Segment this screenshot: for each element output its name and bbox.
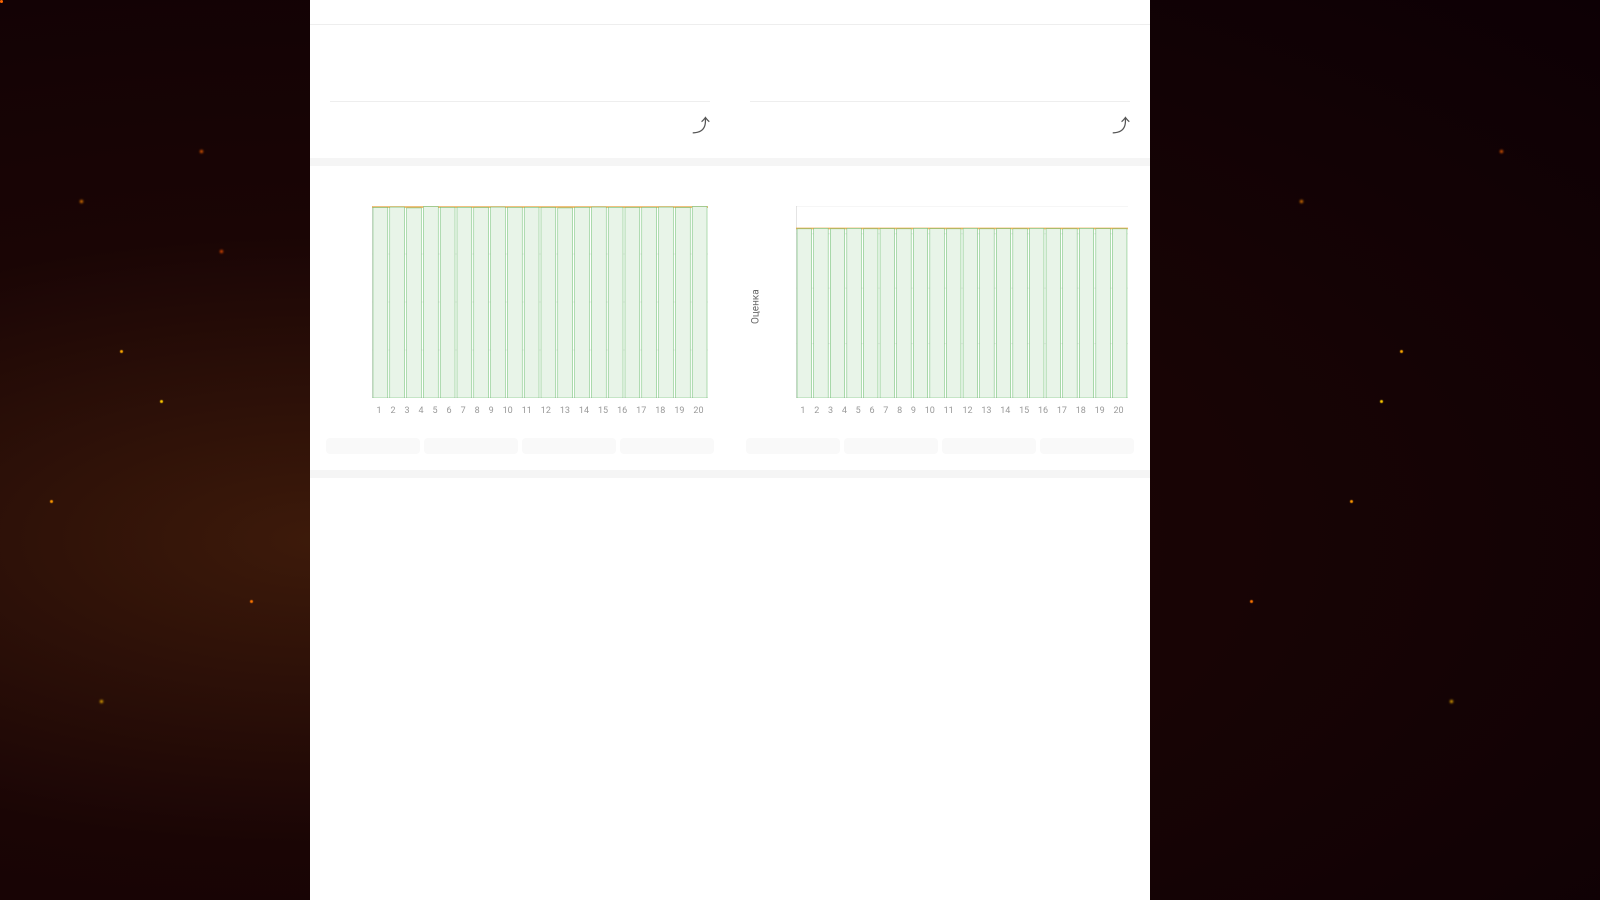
right-x-12: 12 [962,406,972,416]
left-stat-row-1 [330,69,710,81]
left-x-15: 15 [598,406,608,416]
left-screen-header [310,0,730,25]
right-x-16: 16 [1038,406,1048,416]
right-x-10: 10 [925,406,935,416]
right-x-5: 5 [856,406,861,416]
left-x-10: 10 [503,406,513,416]
left-x-16: 16 [617,406,627,416]
left-x-14: 14 [579,406,589,416]
left-x-18: 18 [655,406,665,416]
right-chart-svg [796,206,1128,398]
left-phone-screen: ⤴ [310,0,730,900]
right-x-3: 3 [828,406,833,416]
left-x-20: 20 [693,406,703,416]
right-x-1: 1 [800,406,805,416]
left-x-1: 1 [376,406,381,416]
left-stat-row-2 [330,81,710,93]
right-loop-scores [746,438,1134,454]
right-x-6: 6 [869,406,874,416]
right-x-14: 14 [1000,406,1010,416]
right-x-7: 7 [883,406,888,416]
right-stat-row-0 [750,57,1130,69]
right-y-axis-title: Оценка [751,308,762,324]
left-user-guide-share[interactable]: ⤴ [692,112,710,138]
left-x-9: 9 [489,406,494,416]
left-x-7: 7 [461,406,466,416]
right-x-4: 4 [842,406,847,416]
left-x-17: 17 [636,406,646,416]
right-loop-4 [1040,438,1134,454]
left-user-guide-row: ⤴ [330,101,710,142]
left-x-3: 3 [405,406,410,416]
left-chart-svg [372,206,708,398]
left-loop-4 [620,438,714,454]
left-x-8: 8 [475,406,480,416]
right-user-guide-row: ⤴ [750,101,1130,142]
right-x-9: 9 [911,406,916,416]
left-x-13: 13 [560,406,570,416]
right-x-19: 19 [1095,406,1105,416]
left-stat-row-0 [330,57,710,69]
right-x-17: 17 [1057,406,1067,416]
right-info-section: ⤴ [730,25,1150,166]
right-device-label [1290,0,1600,900]
right-phone-screen: ⤴ Оценка [730,0,1150,900]
left-perf-section [310,478,730,516]
right-x-11: 11 [944,406,954,416]
left-info-section: ⤴ [310,25,730,166]
right-x-8: 8 [897,406,902,416]
right-screen-header [730,0,1150,25]
right-loop-3 [942,438,1036,454]
right-loop-1 [746,438,840,454]
left-x-5: 5 [433,406,438,416]
right-x-2: 2 [814,406,819,416]
right-x-18: 18 [1076,406,1086,416]
right-user-guide-share[interactable]: ⤴ [1112,112,1130,138]
left-loop-3 [522,438,616,454]
left-device-label [0,0,310,900]
right-loop-2 [844,438,938,454]
right-x-13: 13 [981,406,991,416]
left-x-12: 12 [541,406,551,416]
right-x-20: 20 [1113,406,1123,416]
left-x-4: 4 [419,406,424,416]
right-stat-row-1 [750,69,1130,81]
left-x-6: 6 [447,406,452,416]
right-chart-section: Оценка [730,166,1150,478]
left-loop-2 [424,438,518,454]
left-x-19: 19 [674,406,684,416]
left-loop-1 [326,438,420,454]
right-stat-row-2 [750,81,1130,93]
left-x-11: 11 [522,406,532,416]
left-loop-scores [326,438,714,454]
left-chart-section: 1 2 3 4 5 6 7 8 9 10 11 12 13 14 [310,166,730,478]
left-x-2: 2 [390,406,395,416]
right-x-15: 15 [1019,406,1029,416]
